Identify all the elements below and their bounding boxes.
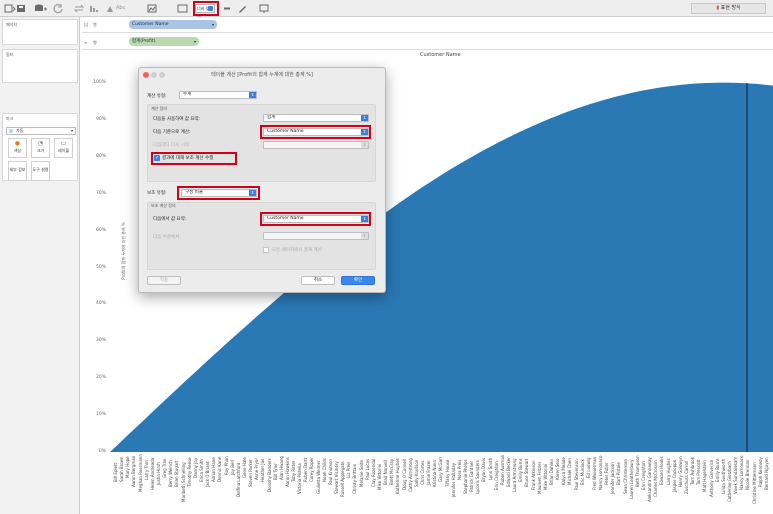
secondary-def-label: 보조 계산 정의 — [151, 203, 176, 208]
area-chart — [110, 82, 773, 452]
apply-button[interactable]: 적용 — [147, 276, 181, 285]
summarize-value: 합계 — [267, 115, 276, 120]
secondary-type-label: 보조 유형: — [147, 191, 167, 196]
chevron-down-icon: ⇕ — [249, 92, 256, 98]
compute-using-label: 다음 기준으로 계산: — [153, 130, 191, 135]
restart-select[interactable]: ⇕ — [263, 141, 369, 149]
dialog-title: 테이블 계산 [Profit의 합계 누계에 대한 총계 %] — [211, 72, 313, 78]
secondary-summarize-label: 다음에서 값 요약: — [153, 217, 187, 222]
calc-type-value: 누계 — [183, 92, 192, 97]
at-level-select[interactable]: ⇕ — [263, 232, 369, 240]
chevron-down-icon: ⇕ — [361, 142, 368, 148]
calc-type-select[interactable]: 누계 ⇕ — [179, 91, 257, 99]
restart-label: 다음마다 다시 시작: — [153, 143, 191, 148]
compute-using-highlight — [260, 125, 371, 139]
chevron-down-icon: ⇕ — [361, 115, 368, 121]
chevron-down-icon: ⇕ — [361, 233, 368, 239]
cancel-button[interactable]: 취소 — [301, 276, 335, 285]
all-pages-label: 모든 페이지에서 총계 계산 — [272, 248, 322, 253]
all-pages-checkbox[interactable] — [263, 247, 269, 253]
at-level-label: 다음 수준에서: — [153, 235, 181, 240]
summarize-label: 다음을 사용하여 값 요약: — [153, 117, 201, 122]
calc-def-label: 계산 정의 — [151, 106, 167, 111]
secondary-type-highlight — [177, 186, 260, 200]
ok-button[interactable]: 확인 — [341, 276, 375, 285]
summarize-select[interactable]: 합계 ⇕ — [263, 114, 369, 122]
calc-type-label: 계산 유형: — [147, 94, 167, 99]
secondary-summarize-highlight — [260, 212, 371, 226]
secondary-calc-highlight — [151, 152, 237, 165]
table-calc-dialog: 테이블 계산 [Profit의 합계 누계에 대한 총계 %] 계산 유형: 누… — [138, 67, 386, 293]
